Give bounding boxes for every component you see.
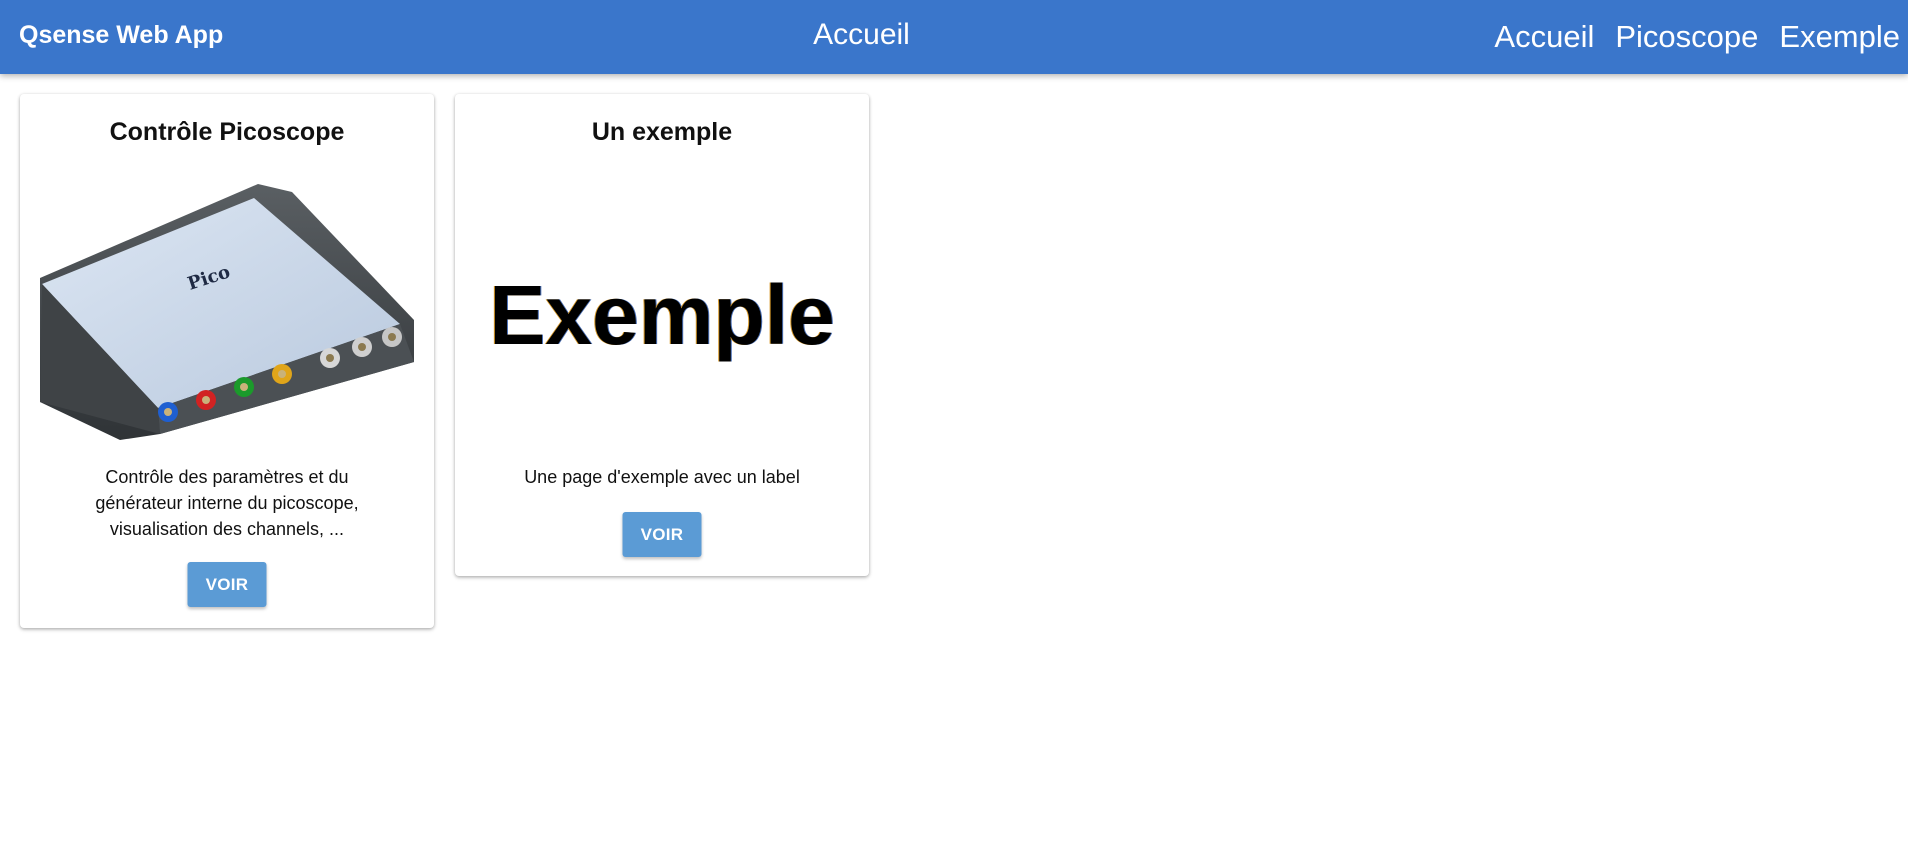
- card-title: Un exemple: [591, 118, 733, 146]
- page-title: Accueil: [813, 18, 910, 51]
- picoscope-device-illustration: Pico: [40, 184, 414, 440]
- voir-button-picoscope[interactable]: VOIR: [187, 562, 267, 607]
- top-nav: Accueil Picoscope Exemple: [1494, 0, 1900, 74]
- voir-button-exemple[interactable]: VOIR: [622, 512, 702, 557]
- card-exemple: Un exemple Exemple Une page d'exemple av…: [455, 94, 869, 576]
- top-app-bar: Qsense Web App Accueil Accueil Picoscope…: [0, 0, 1908, 74]
- card-description: Contrôle des paramètres et du générateur…: [95, 467, 359, 539]
- nav-link-picoscope[interactable]: Picoscope: [1615, 2, 1758, 72]
- exemple-image: Exemple: [475, 172, 849, 440]
- card-description: Une page d'exemple avec un label: [524, 467, 800, 487]
- card-title: Contrôle Picoscope: [109, 118, 345, 146]
- picoscope-device-image: Pico: [40, 172, 414, 440]
- exemple-image-text: Exemple: [489, 268, 835, 362]
- nav-link-accueil[interactable]: Accueil: [1494, 2, 1594, 72]
- card-picoscope: Contrôle Picoscope Pico Contrôle des par…: [20, 94, 434, 628]
- nav-link-exemple[interactable]: Exemple: [1779, 2, 1900, 72]
